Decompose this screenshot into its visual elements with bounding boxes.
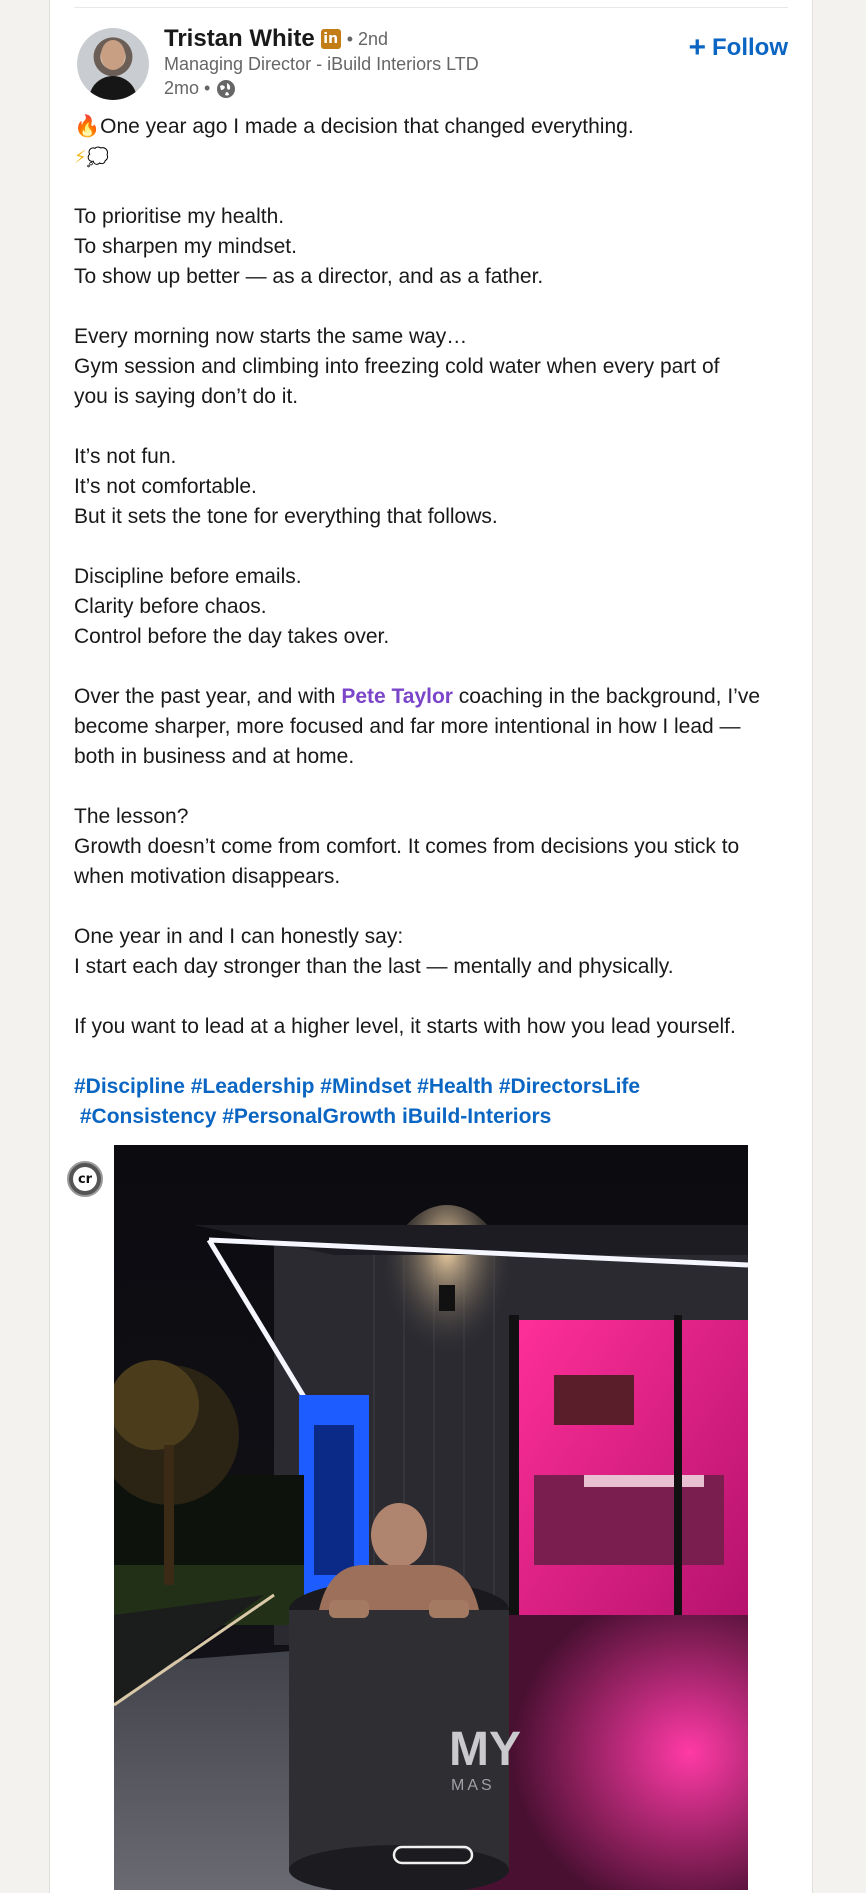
author-name[interactable]: Tristan White (164, 25, 315, 53)
tub-subtext: MAS (451, 1777, 495, 1794)
author-line: Tristan White in • 2nd (164, 25, 388, 53)
post-line: If you want to lead at a higher level, i… (74, 1015, 736, 1038)
mention-link[interactable]: Pete Taylor (341, 685, 453, 708)
post-line: To show up better — as a director, and a… (74, 265, 544, 288)
hashtag-link[interactable]: #Discipline (74, 1075, 185, 1098)
follow-button[interactable]: + Follow (688, 33, 788, 63)
hashtags-line: #Discipline #Leadership #Mindset #Health… (74, 1072, 794, 1102)
post-line: ⚡💭 (74, 142, 794, 172)
content-credentials-badge[interactable]: cr (67, 1161, 103, 1197)
linkedin-premium-icon: in (320, 29, 341, 49)
post-line: Every morning now starts the same way… (74, 325, 468, 348)
post-image[interactable]: MY MAS (114, 1145, 748, 1890)
fire-emoji: 🔥 (74, 115, 101, 138)
post-line: Gym session and climbing into freezing c… (74, 355, 720, 378)
author-headline: Managing Director - iBuild Interiors LTD (164, 54, 479, 74)
post-line: Over the past year, and with Pete Taylor… (74, 685, 761, 708)
post-line: One year in and I can honestly say: (74, 925, 404, 948)
follow-label: Follow (712, 34, 788, 61)
divider (74, 7, 788, 8)
globe-icon (217, 79, 236, 98)
hashtag-link[interactable]: #DirectorsLife (499, 1075, 640, 1098)
post-line: both in business and at home. (74, 745, 355, 768)
post-line: Control before the day takes over. (74, 625, 390, 648)
post-line: Clarity before chaos. (74, 595, 267, 618)
hashtag-link[interactable]: #PersonalGrowth (222, 1105, 396, 1128)
post-time: 2mo • (164, 78, 211, 98)
thought-bubble-emoji: 💭 (86, 147, 110, 167)
hashtags-line: #Consistency #PersonalGrowth iBuild-Inte… (74, 1102, 794, 1132)
post-line: I start each day stronger than the last … (74, 955, 674, 978)
post-line: It’s not comfortable. (74, 475, 257, 498)
post-photo: MY MAS (114, 1145, 748, 1890)
plus-icon: + (688, 31, 707, 64)
tub-text: MY (449, 1723, 521, 1776)
hashtag-link[interactable]: #Health (417, 1075, 493, 1098)
hashtag-link[interactable]: #Mindset (320, 1075, 411, 1098)
post-line: To prioritise my health. (74, 205, 285, 228)
post-line: It’s not fun. (74, 445, 177, 468)
post-card: Tristan White in • 2nd Managing Director… (49, 0, 813, 1893)
post-line: Growth doesn’t come from comfort. It com… (74, 835, 740, 858)
lightning-emoji: ⚡ (74, 147, 87, 167)
hashtag-link[interactable]: #Consistency (80, 1105, 217, 1128)
post-line: But it sets the tone for everything that… (74, 505, 498, 528)
company-link[interactable]: iBuild-Interiors (402, 1105, 551, 1128)
connection-degree: • 2nd (346, 28, 389, 49)
post-line: 🔥One year ago I made a decision that cha… (74, 115, 634, 138)
post-line: The lesson? (74, 805, 189, 828)
post-line: To sharpen my mindset. (74, 235, 297, 258)
post-text: 🔥One year ago I made a decision that cha… (74, 112, 794, 1132)
hashtag-link[interactable]: #Leadership (191, 1075, 315, 1098)
post-line: when motivation disappears. (74, 865, 341, 888)
avatar[interactable] (77, 28, 149, 100)
post-line: Discipline before emails. (74, 565, 302, 588)
post-meta: 2mo • (164, 78, 236, 99)
post-line: become sharper, more focused and far mor… (74, 715, 741, 738)
cr-icon: cr (73, 1167, 97, 1191)
post-line: you is saying don’t do it. (74, 385, 299, 408)
